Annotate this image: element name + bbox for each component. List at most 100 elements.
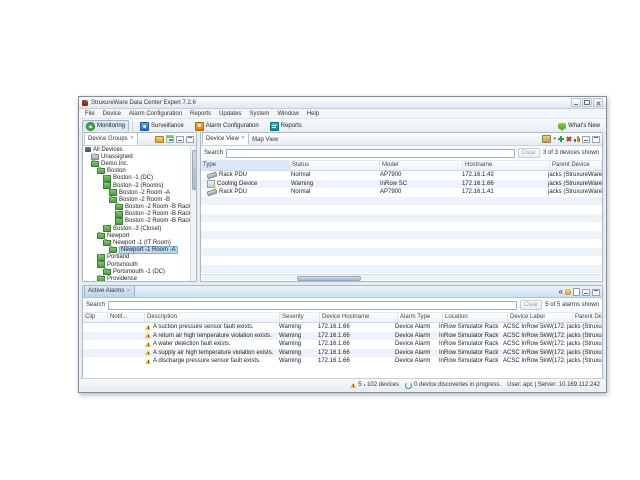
- hierarchy-icon[interactable]: [166, 135, 174, 143]
- device-row[interactable]: Rack PDU Normal AP7900 172.16.1.41 jacks…: [201, 188, 602, 197]
- device-groups-panel: Device Groups ✕ All Devices Unassigned D…: [82, 132, 197, 282]
- column-model[interactable]: Model: [380, 161, 463, 170]
- tab-active-alarms[interactable]: Active Alarms ✕: [84, 285, 135, 297]
- minimize-view-icon[interactable]: [176, 136, 184, 143]
- device-clear-button[interactable]: Clear: [518, 148, 540, 158]
- column-location[interactable]: Location: [443, 313, 508, 322]
- folder-icon: [97, 254, 105, 261]
- tree-item-boston-2-room-b-rack-1[interactable]: Boston -2 Room -B Rack -1: [83, 204, 196, 211]
- tree-scrollbar[interactable]: [190, 146, 196, 281]
- alarm-bell-icon[interactable]: [565, 289, 571, 295]
- column-type[interactable]: Type: [201, 161, 290, 170]
- graph-icon[interactable]: [574, 136, 580, 142]
- tree-item-newport-1-room-a[interactable]: Newport -1 Room -A: [83, 247, 196, 254]
- empty-row: [201, 256, 602, 265]
- folder-icon: [97, 233, 105, 240]
- tree-item-boston-1[interactable]: Boston -1 (DC): [83, 175, 196, 182]
- scrollbar-thumb[interactable]: [192, 150, 197, 190]
- alarm-row[interactable]: A discharge pressure sensor fault exists…: [83, 357, 602, 366]
- close-tab-icon[interactable]: ✕: [241, 136, 245, 141]
- folder-icon: [115, 218, 123, 225]
- tree-item-providence[interactable]: Providence: [83, 275, 196, 281]
- tree-item-boston-2-room-b-rack-2[interactable]: Boston -2 Room -B Rack -2: [83, 211, 196, 218]
- column-severity[interactable]: Severity: [280, 313, 320, 322]
- menu-system[interactable]: System: [245, 111, 273, 117]
- device-row[interactable]: Cooling Device Warning InRow SC 172.16.1…: [201, 180, 602, 189]
- new-group-folder-icon[interactable]: [155, 136, 164, 143]
- alarm-row[interactable]: A suction pressure sensor fault exists. …: [83, 323, 602, 332]
- device-view-panel: Device View ✕ Map View ▾: [200, 132, 603, 282]
- column-notification[interactable]: Notif...: [108, 313, 145, 322]
- alarm-row[interactable]: A water detection fault exists. Warning …: [83, 340, 602, 349]
- menu-help[interactable]: Help: [303, 111, 323, 117]
- menu-updates[interactable]: Updates: [215, 111, 245, 117]
- tree-item-unassigned[interactable]: Unassigned: [83, 153, 196, 160]
- menu-device[interactable]: Device: [99, 111, 125, 117]
- close-icon: [596, 101, 600, 105]
- maximize-view-icon[interactable]: [592, 136, 600, 143]
- upper-panels: Device Groups ✕ All Devices Unassigned D…: [82, 132, 603, 282]
- maximize-view-icon[interactable]: [186, 136, 194, 143]
- tree-item-boston-2-room-b[interactable]: Boston -2 Room -B: [83, 196, 196, 203]
- device-group-tree: All Devices Unassigned Demo Inc. Boston …: [83, 146, 196, 281]
- discovery-status[interactable]: 0 device discoveries in progress.: [405, 382, 501, 389]
- column-hostname[interactable]: Hostname: [463, 161, 550, 170]
- remove-device-icon[interactable]: [565, 135, 573, 143]
- search-label: Search: [86, 302, 105, 308]
- folder-icon: [103, 182, 111, 189]
- tab-label: Device Groups: [88, 136, 128, 142]
- tab-device-groups[interactable]: Device Groups ✕: [84, 132, 138, 145]
- device-row[interactable]: Rack PDU Normal AP7900 172.16.1.42 jacks…: [201, 171, 602, 180]
- column-device-label[interactable]: Device Label: [508, 313, 573, 322]
- tree-item-boston[interactable]: Boston: [83, 168, 196, 175]
- alarm-search-input[interactable]: [108, 301, 517, 310]
- minimize-view-icon[interactable]: [582, 136, 590, 143]
- column-parent-device[interactable]: Parent Device: [550, 161, 602, 170]
- column-clip[interactable]: Clip: [83, 313, 108, 322]
- tree-item-portland[interactable]: Portland: [83, 254, 196, 261]
- folder-icon: [103, 225, 111, 232]
- chevron-down-icon[interactable]: ▾: [553, 136, 556, 142]
- menu-file[interactable]: File: [81, 111, 99, 117]
- scrollbar-thumb[interactable]: [297, 276, 361, 282]
- maximize-view-icon[interactable]: [592, 289, 600, 296]
- column-device-hostname[interactable]: Device Hostname: [320, 313, 398, 322]
- close-tab-icon[interactable]: ✕: [130, 136, 134, 141]
- column-parent-device[interactable]: Parent Device: [573, 313, 602, 322]
- close-button[interactable]: [593, 98, 603, 107]
- tree-item-boston-2[interactable]: Boston -2 (Rooms): [83, 182, 196, 189]
- tree-item-newport[interactable]: Newport: [83, 232, 196, 239]
- menu-window[interactable]: Window: [273, 111, 302, 117]
- add-device-icon[interactable]: [558, 136, 564, 142]
- device-search-input[interactable]: [226, 149, 515, 158]
- tab-map-view[interactable]: Map View: [249, 134, 281, 145]
- tab-device-view[interactable]: Device View ✕: [202, 132, 249, 145]
- column-alarm-type[interactable]: Alarm Type: [398, 313, 443, 322]
- maximize-button[interactable]: [582, 98, 592, 107]
- tree-item-boston-2-room-a[interactable]: Boston -2 Room -A: [83, 189, 196, 196]
- device-table-scrollbar[interactable]: [202, 274, 601, 280]
- minimize-view-icon[interactable]: [582, 289, 590, 296]
- device-menu-icon[interactable]: [542, 135, 551, 143]
- alarm-row[interactable]: A return air high temperature violation …: [83, 332, 602, 341]
- close-tab-icon[interactable]: ✕: [126, 289, 130, 294]
- speech-bubble-icon: [558, 123, 566, 129]
- tree-item-boston-2-room-b-rack-3[interactable]: Boston -2 Room -B Rack -3: [83, 218, 196, 225]
- double-chevron-left-icon[interactable]: «: [559, 289, 563, 295]
- alarm-count-status[interactable]: 5 102 devices: [350, 382, 399, 388]
- column-description[interactable]: Description: [145, 313, 280, 322]
- menu-alarm-configuration[interactable]: Alarm Configuration: [125, 111, 186, 117]
- tree-item-all-devices[interactable]: All Devices: [83, 146, 196, 153]
- title-bar[interactable]: StruxureWare Data Center Expert 7.2.6: [79, 97, 606, 109]
- menu-reports[interactable]: Reports: [186, 111, 215, 117]
- alarm-clear-button[interactable]: Clear: [520, 300, 542, 310]
- whats-new-button[interactable]: What's New: [555, 123, 603, 129]
- window-controls: [571, 98, 603, 107]
- monitoring-icon: [86, 122, 95, 131]
- menu-bar: File Device Alarm Configuration Reports …: [79, 109, 606, 119]
- minimize-button[interactable]: [571, 98, 581, 107]
- tree-item-portsmouth[interactable]: Portsmouth: [83, 261, 196, 268]
- column-status[interactable]: Status: [290, 161, 380, 170]
- alarm-row[interactable]: A supply air high temperature violation …: [83, 349, 602, 358]
- export-icon[interactable]: [573, 288, 580, 296]
